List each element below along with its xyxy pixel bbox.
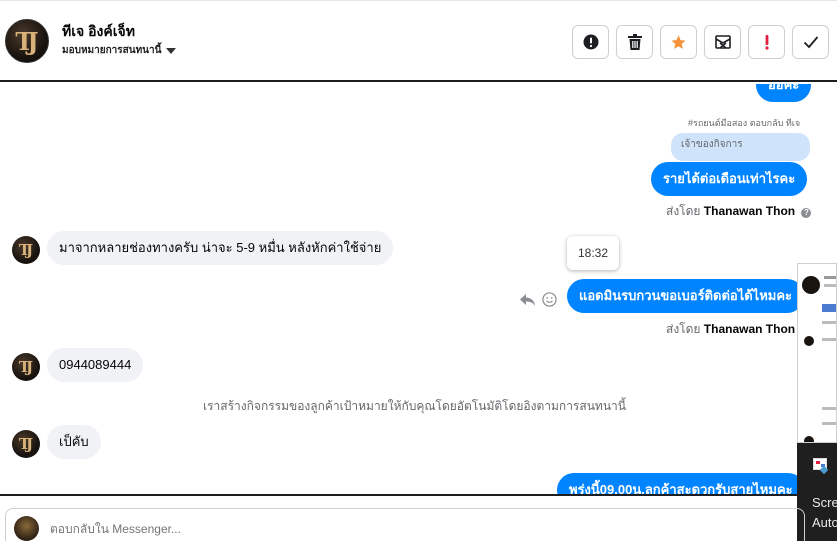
outgoing-message[interactable]: พรุ่งนี้09.00น.ลูกค้าสะดวกรับสายไหมคะ <box>557 473 805 494</box>
system-message: เราสร้างกิจกรรมของลูกค้าเป้าหมายให้กับคุ… <box>203 399 626 413</box>
page-avatar <box>14 516 39 541</box>
assign-conversation-dropdown[interactable]: มอบหมายการสนทนานี้ <box>62 43 177 58</box>
preview-text-line <box>822 407 836 410</box>
reply-input[interactable] <box>50 522 450 536</box>
preview-highlight <box>822 304 836 312</box>
message-timestamp-tooltip: 18:32 <box>567 236 619 270</box>
outgoing-message[interactable]: แอดมินรบกวนขอเบอร์ติดต่อได้ไหมคะ <box>567 279 805 313</box>
preview-text-line <box>822 338 836 341</box>
exclamation-circle-icon <box>583 34 598 50</box>
reply-context-note: #รถยนต์มือสอง ตอบกลับ ทีเจ <box>688 118 801 128</box>
preview-text-line <box>824 284 836 287</box>
exclamation-icon <box>764 35 769 50</box>
info-icon[interactable]: ? <box>801 208 812 218</box>
avatar-logo-text: TJ <box>18 358 33 376</box>
preview-avatar <box>804 436 814 442</box>
sender-name: Thanawan Thon <box>703 204 796 218</box>
sender-name: Thanawan Thon <box>703 322 796 336</box>
outgoing-message[interactable]: รายได้ต่อเดือนเท่าไรคะ <box>651 162 808 196</box>
contact-avatar-small[interactable]: TJ <box>12 236 40 264</box>
caret-down-icon <box>166 47 177 54</box>
contact-avatar-small[interactable]: TJ <box>12 430 40 458</box>
avatar-logo-text: TJ <box>18 435 33 453</box>
incoming-message[interactable]: มาจากหลายช่องทางครับ น่าจะ 5-9 หมื่น หลั… <box>47 231 394 265</box>
envelope-x-icon <box>714 35 731 49</box>
preview-text-line <box>822 321 836 324</box>
conversation-toolbar <box>572 25 829 59</box>
sent-by-label: ส่งโดย Thanawan Thon <box>666 320 795 339</box>
trash-icon <box>627 34 642 50</box>
emoji-reaction-icon[interactable] <box>542 292 557 307</box>
preview-avatar <box>802 276 820 294</box>
star-icon <box>671 34 686 49</box>
incoming-message[interactable]: เป็คับ <box>47 425 101 459</box>
archive-button[interactable] <box>704 25 741 59</box>
conversation-header: TJ ทีเจ อิงค์เจ็ท มอบหมายการสนทนานี้ <box>0 1 837 82</box>
assign-label: มอบหมายการสนทนานี้ <box>62 45 162 56</box>
notification-title: Scre <box>812 495 837 510</box>
quoted-message[interactable]: เจ้าของกิจการ <box>671 133 810 161</box>
star-button[interactable] <box>660 25 697 59</box>
spam-button[interactable] <box>572 25 609 59</box>
checkmark-icon <box>803 36 818 49</box>
avatar-logo-text: TJ <box>18 241 33 259</box>
delete-button[interactable] <box>616 25 653 59</box>
sent-by-prefix: ส่งโดย <box>666 322 701 336</box>
avatar-logo-text: TJ <box>15 26 38 56</box>
overlapping-window-preview[interactable] <box>797 263 837 443</box>
sent-by-prefix: ส่งโดย <box>666 204 701 218</box>
contact-avatar[interactable]: TJ <box>5 19 49 63</box>
preview-avatar <box>804 336 814 346</box>
incoming-message[interactable]: 0944089444 <box>47 348 144 382</box>
sent-by-label: ส่งโดย Thanawan Thon ? <box>666 202 812 221</box>
message-thread[interactable]: ออคะ #รถยนต์มือสอง ตอบกลับ ทีเจ เจ้าของก… <box>0 84 837 494</box>
message-actions <box>519 292 557 307</box>
contact-avatar-small[interactable]: TJ <box>12 353 40 381</box>
done-button[interactable] <box>792 25 829 59</box>
notification-subtitle: Auto <box>812 515 837 530</box>
important-button[interactable] <box>748 25 785 59</box>
composer-area <box>0 494 805 541</box>
contact-name[interactable]: ทีเจ อิงค์เจ็ท <box>62 21 135 43</box>
preview-text-line <box>822 422 836 425</box>
outgoing-message[interactable]: ออคะ <box>756 84 812 102</box>
reply-icon[interactable] <box>519 293 536 307</box>
preview-text-line <box>824 276 836 279</box>
